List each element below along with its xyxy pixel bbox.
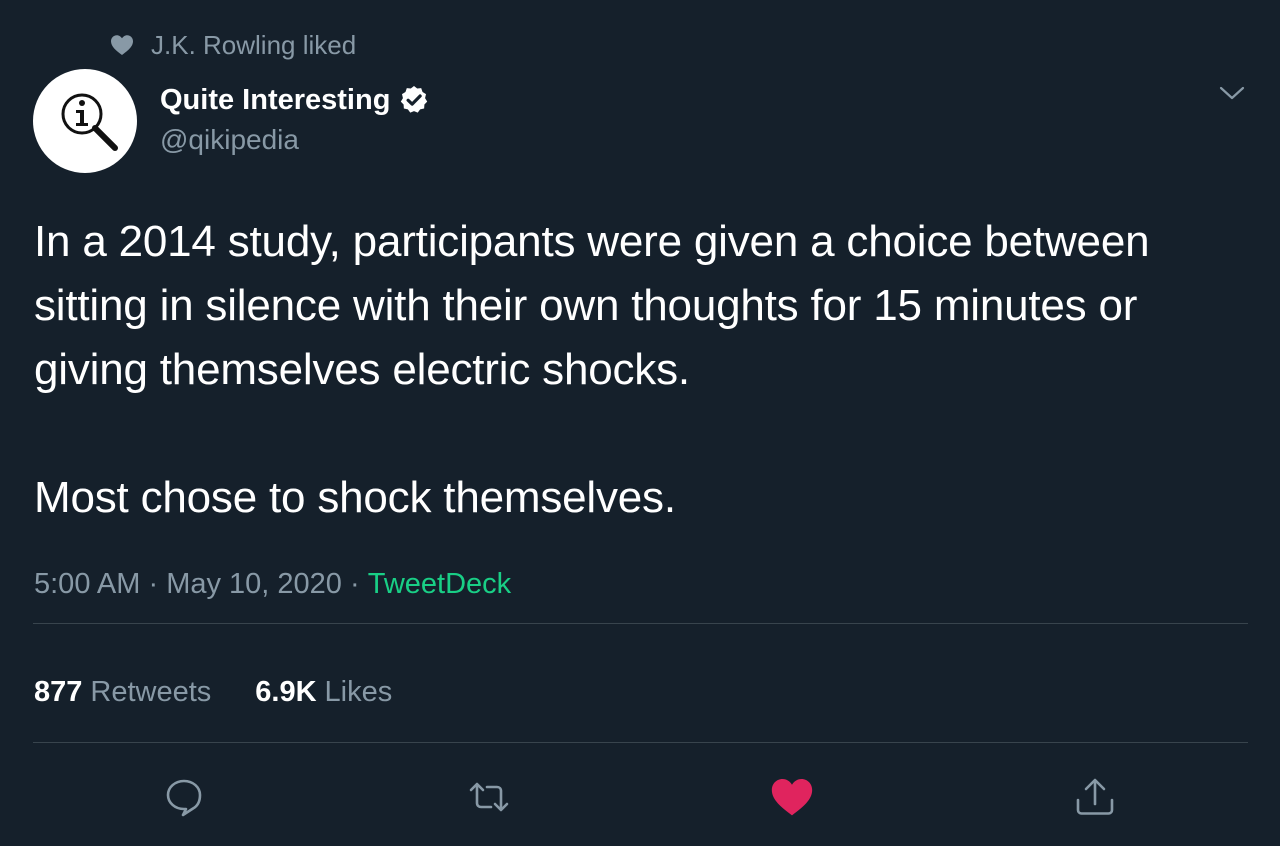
- tweet-date[interactable]: May 10, 2020: [166, 568, 342, 601]
- retweet-button[interactable]: [466, 774, 512, 820]
- divider: [33, 742, 1248, 743]
- share-icon: [1076, 778, 1114, 815]
- social-context-text[interactable]: J.K. Rowling liked: [151, 30, 356, 61]
- tweet-text: In a 2014 study, participants were given…: [34, 210, 1244, 530]
- likes-stat[interactable]: 6.9K Likes: [255, 676, 392, 709]
- heart-icon: [771, 779, 813, 816]
- info-magnifier-icon: [61, 93, 118, 151]
- tweet-stats: 877 Retweets 6.9K Likes: [34, 670, 392, 714]
- share-button[interactable]: [1072, 774, 1118, 820]
- tweet-meta: 5:00 AM · May 10, 2020 · TweetDeck: [34, 562, 511, 606]
- likes-count: 6.9K: [255, 675, 317, 708]
- divider: [33, 623, 1248, 624]
- tweet-source-link[interactable]: TweetDeck: [368, 568, 511, 601]
- social-context: J.K. Rowling liked: [110, 28, 356, 62]
- author-handle[interactable]: @qikipedia: [160, 124, 430, 156]
- heart-icon: [110, 34, 134, 56]
- tweet-time[interactable]: 5:00 AM: [34, 568, 140, 601]
- retweets-label: Retweets: [90, 675, 212, 708]
- author-block: Quite Interesting @qikipedia: [160, 80, 430, 156]
- avatar[interactable]: [33, 69, 137, 173]
- retweet-icon: [469, 782, 509, 812]
- tweet-paragraph: Most chose to shock themselves.: [34, 473, 676, 522]
- like-button[interactable]: [769, 774, 815, 820]
- author-name[interactable]: Quite Interesting: [160, 84, 390, 117]
- retweets-stat[interactable]: 877 Retweets: [34, 676, 211, 709]
- retweets-count: 877: [34, 675, 83, 708]
- reply-button[interactable]: [161, 774, 207, 820]
- likes-label: Likes: [324, 675, 393, 708]
- verified-badge-icon: [398, 84, 430, 116]
- chevron-down-icon[interactable]: [1218, 82, 1246, 104]
- tweet-paragraph: In a 2014 study, participants were given…: [34, 217, 1150, 394]
- meta-separator: ·: [341, 567, 368, 600]
- reply-icon: [166, 779, 202, 817]
- meta-separator: ·: [140, 567, 167, 600]
